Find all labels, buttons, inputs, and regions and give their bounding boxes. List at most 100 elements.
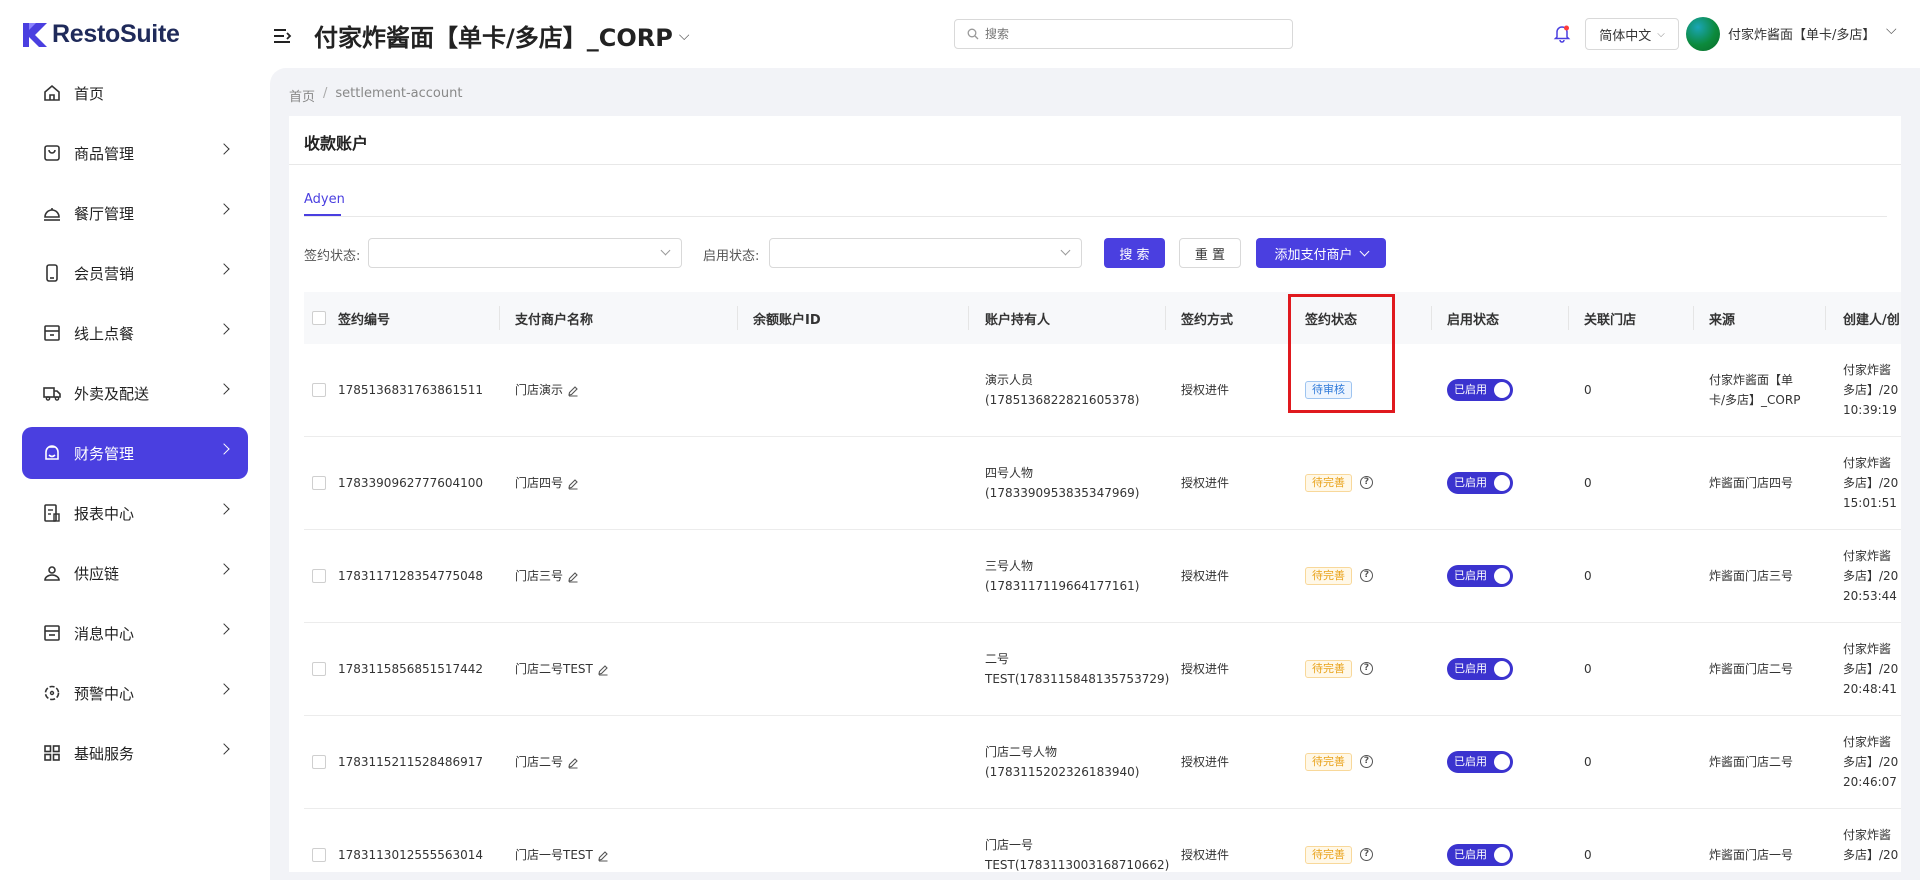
add-merchant-button[interactable]: 添加支付商户 <box>1256 238 1386 268</box>
user-name[interactable]: 付家炸酱面【单卡/多店】 <box>1728 24 1875 43</box>
table-row[interactable]: 1783390962777604100 门店四号 四号人物 (178339095383… <box>304 437 1901 530</box>
toggle-knob <box>1494 568 1510 584</box>
toggle-label: 已启用 <box>1454 569 1487 582</box>
creator-line2: 多店】/20 <box>1843 662 1899 676</box>
linked-stores: 0 <box>1584 755 1592 769</box>
toggle-label: 已启用 <box>1454 383 1487 396</box>
table-row[interactable]: 1783115211528486917 门店二号 门店二号人物 (1783115202… <box>304 716 1901 809</box>
source: 炸酱面门店四号 <box>1709 476 1794 490</box>
alert-icon <box>42 683 62 703</box>
table-row[interactable]: 1783113012555563014 门店一号TEST 门店一号 TEST(1783… <box>304 809 1901 880</box>
help-icon[interactable]: ? <box>1360 848 1373 861</box>
bell-icon[interactable] <box>1552 23 1572 43</box>
table-row[interactable]: 1783115856851517442 门店二号TEST 二号 TEST(178311… <box>304 623 1901 716</box>
search-icon <box>967 28 979 40</box>
sidebar-item-label: 预警中心 <box>74 684 135 703</box>
search-box[interactable] <box>954 19 1293 49</box>
sidebar-item-2[interactable]: 餐厅管理 <box>22 187 248 239</box>
column-header: 余额账户ID <box>753 313 821 328</box>
sidebar-item-6[interactable]: 财务管理 <box>22 427 248 479</box>
search-button[interactable]: 搜 索 <box>1104 238 1165 268</box>
edit-icon[interactable] <box>597 664 609 676</box>
breadcrumb-home[interactable]: 首页 <box>289 86 315 105</box>
sidebar-item-4[interactable]: 线上点餐 <box>22 307 248 359</box>
tab-adyen[interactable]: Adyen <box>304 192 345 207</box>
account-holder-name: 演示人员 <box>985 373 1034 387</box>
row-checkbox[interactable] <box>312 383 326 397</box>
edit-icon[interactable] <box>567 757 579 769</box>
help-icon[interactable]: ? <box>1360 569 1373 582</box>
enable-status-select[interactable] <box>769 238 1082 268</box>
creator-time: 20:53:44 <box>1843 589 1897 603</box>
creator-time: 15:01:51 <box>1843 496 1897 510</box>
enable-toggle[interactable]: 已启用 <box>1447 658 1513 680</box>
chevron-right-icon <box>218 743 230 755</box>
avatar[interactable] <box>1686 17 1720 51</box>
wallet-icon <box>42 443 62 463</box>
sidebar-item-7[interactable]: 报表中心 <box>22 487 248 539</box>
edit-icon[interactable] <box>567 385 579 397</box>
merchant-name: 门店二号 <box>515 755 564 769</box>
row-checkbox[interactable] <box>312 755 326 769</box>
edit-icon[interactable] <box>567 571 579 583</box>
merchant-name-cell: 门店三号 <box>515 566 579 586</box>
help-icon[interactable]: ? <box>1360 755 1373 768</box>
status-badge: 待完善 <box>1305 846 1352 864</box>
logo-text: RestoSuite <box>52 20 180 48</box>
sidebar-item-label: 报表中心 <box>74 504 135 523</box>
menu-toggle-icon[interactable] <box>272 26 292 46</box>
store-selector[interactable]: 付家炸酱面【单卡/多店】_CORP ⌵ <box>314 18 689 53</box>
sidebar-item-5[interactable]: 外卖及配送 <box>22 367 248 419</box>
language-label: 简体中文 <box>1599 28 1652 44</box>
creator-time: 20:48:41 <box>1843 682 1897 696</box>
page-title: 收款账户 <box>304 134 369 153</box>
sidebar-item-3[interactable]: 会员营销 <box>22 247 248 299</box>
enable-toggle[interactable]: 已启用 <box>1447 379 1513 401</box>
sidebar-item-label: 财务管理 <box>74 444 135 463</box>
creator-line1: 付家炸酱 <box>1843 828 1892 842</box>
row-checkbox[interactable] <box>312 476 326 490</box>
column-divider <box>499 306 500 330</box>
account-holder-id: (1785136822821605378) <box>985 393 1140 407</box>
sidebar-item-label: 商品管理 <box>74 144 135 163</box>
column-divider <box>1693 306 1694 330</box>
account-holder-id: (1783117119664177161) <box>985 579 1140 593</box>
enable-toggle[interactable]: 已启用 <box>1447 472 1513 494</box>
linked-stores: 0 <box>1584 662 1592 676</box>
table-row[interactable]: 1785136831763861511 门店演示 演示人员 (178513682282… <box>304 344 1901 437</box>
source: 炸酱面门店二号 <box>1709 662 1794 676</box>
creator-line1: 付家炸酱 <box>1843 549 1892 563</box>
sidebar-item-10[interactable]: 预警中心 <box>22 667 248 719</box>
language-selector[interactable]: 简体中文 ⌵ <box>1585 18 1679 50</box>
enable-toggle[interactable]: 已启用 <box>1447 751 1513 773</box>
table-row[interactable]: 1783117128354775048 门店三号 三号人物 (178311711966… <box>304 530 1901 623</box>
source: 炸酱面门店一号 <box>1709 848 1794 862</box>
creator-line1: 付家炸酱 <box>1843 363 1892 377</box>
enable-toggle[interactable]: 已启用 <box>1447 565 1513 587</box>
creator-line2: 多店】/20 <box>1843 476 1899 490</box>
help-icon[interactable]: ? <box>1360 662 1373 675</box>
sign-status-select[interactable] <box>368 238 682 268</box>
edit-icon[interactable] <box>567 478 579 490</box>
sidebar-item-1[interactable]: 商品管理 <box>22 127 248 179</box>
reset-button[interactable]: 重 置 <box>1179 238 1241 268</box>
sidebar-item-8[interactable]: 供应链 <box>22 547 248 599</box>
help-icon[interactable]: ? <box>1360 476 1373 489</box>
contract-id: 1783390962777604100 <box>338 476 484 490</box>
edit-icon[interactable] <box>597 850 609 862</box>
row-checkbox[interactable] <box>312 662 326 676</box>
chevron-down-icon[interactable]: ⌵ <box>1886 22 1897 38</box>
logo[interactable]: RestoSuite <box>22 20 180 49</box>
column-header: 签约编号 <box>338 313 391 328</box>
sidebar-item-0[interactable]: 首页 <box>22 67 248 119</box>
row-checkbox[interactable] <box>312 569 326 583</box>
sidebar-item-9[interactable]: 消息中心 <box>22 607 248 659</box>
enable-toggle[interactable]: 已启用 <box>1447 844 1513 866</box>
sidebar-item-label: 外卖及配送 <box>74 384 150 403</box>
account-holder-name: 三号人物 <box>985 559 1034 573</box>
row-checkbox[interactable] <box>312 848 326 862</box>
select-all-checkbox[interactable] <box>312 311 326 325</box>
search-input[interactable] <box>985 27 1265 41</box>
sidebar-item-11[interactable]: 基础服务 <box>22 727 248 779</box>
creator-line2: 多店】/20 <box>1843 383 1899 397</box>
